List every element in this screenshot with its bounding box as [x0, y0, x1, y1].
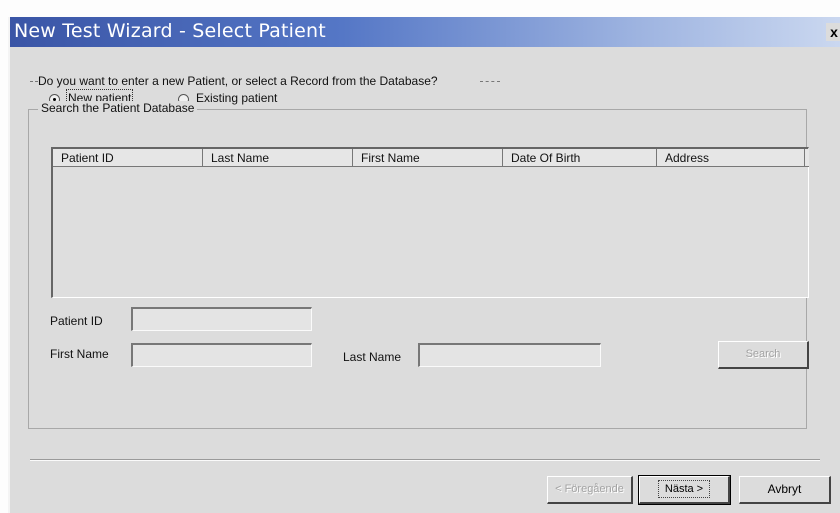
patient-id-input[interactable] [131, 307, 312, 331]
first-name-input[interactable] [131, 343, 312, 367]
window-title: New Test Wizard - Select Patient [14, 20, 326, 42]
patient-list-header: Patient ID Last Name First Name Date Of … [53, 149, 809, 167]
choice-group-line-right [480, 81, 500, 82]
patient-choice-question: Do you want to enter a new Patient, or s… [38, 74, 438, 88]
choice-group-line-left [30, 81, 38, 82]
existing-patient-label[interactable]: Existing patient [196, 91, 277, 105]
column-date-of-birth[interactable]: Date Of Birth [503, 149, 657, 167]
last-name-label: Last Name [343, 350, 402, 364]
title-bar[interactable]: New Test Wizard - Select Patient x [10, 17, 840, 47]
next-button[interactable]: Nästa > [638, 475, 731, 505]
column-first-name[interactable]: First Name [353, 149, 503, 167]
column-address[interactable]: Address [657, 149, 805, 167]
patient-id-label: Patient ID [50, 314, 103, 328]
footer-separator [30, 459, 820, 461]
search-group-title: Search the Patient Database [38, 101, 198, 115]
column-last-name[interactable]: Last Name [203, 149, 353, 167]
first-name-label: First Name [50, 347, 109, 361]
search-button[interactable]: Search [718, 341, 809, 369]
next-button-label: Nästa > [657, 480, 711, 498]
last-name-input[interactable] [418, 343, 601, 367]
patient-list[interactable]: Patient ID Last Name First Name Date Of … [51, 147, 809, 298]
close-button[interactable]: x [826, 23, 840, 41]
cancel-button[interactable]: Avbryt [739, 476, 831, 504]
back-button[interactable]: < Föregående [547, 476, 633, 504]
column-patient-id[interactable]: Patient ID [53, 149, 203, 167]
